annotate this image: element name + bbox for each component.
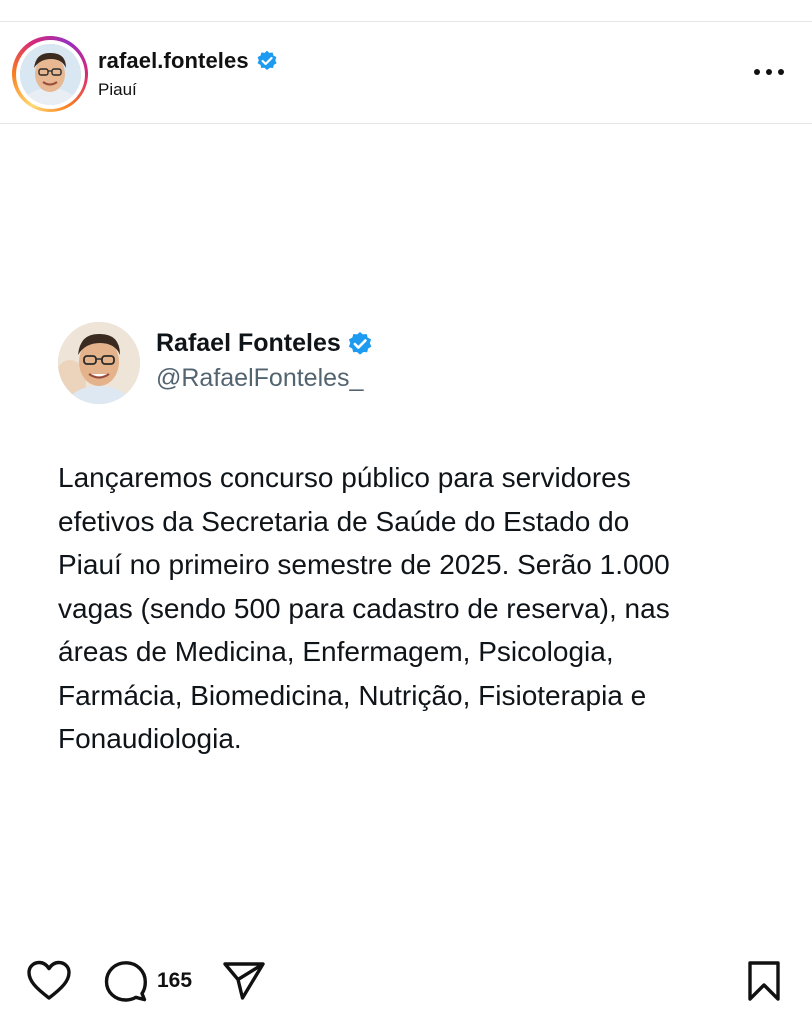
tweet-author-handle: @RafaelFonteles_ (156, 364, 364, 392)
story-ring[interactable] (12, 36, 88, 112)
bookmark-icon[interactable] (746, 960, 782, 1002)
share-icon[interactable] (222, 961, 266, 1001)
tweet-verified-badge-icon (347, 331, 373, 357)
avatar[interactable] (19, 43, 81, 105)
verified-badge-icon (256, 50, 278, 72)
username[interactable]: rafael.fonteles (98, 48, 249, 74)
top-status-strip (0, 0, 812, 22)
tweet-card: Rafael Fonteles @RafaelFonteles_ Lançare… (58, 322, 778, 761)
more-options-icon[interactable] (754, 62, 784, 82)
post-actions-bar: 165 (0, 950, 812, 1014)
account-info: rafael.fonteles Piauí (98, 48, 278, 100)
tweet-avatar (58, 322, 140, 404)
heart-icon[interactable] (26, 960, 72, 1002)
tweet-author-name: Rafael Fonteles (156, 329, 341, 357)
location-label[interactable]: Piauí (98, 80, 278, 100)
tweet-header: Rafael Fonteles @RafaelFonteles_ (58, 322, 778, 404)
comment-count[interactable]: 165 (157, 969, 192, 993)
post-header: rafael.fonteles Piauí (0, 22, 812, 124)
tweet-text: Lançaremos concurso público para servido… (58, 462, 670, 754)
comment-icon[interactable] (104, 960, 148, 1002)
